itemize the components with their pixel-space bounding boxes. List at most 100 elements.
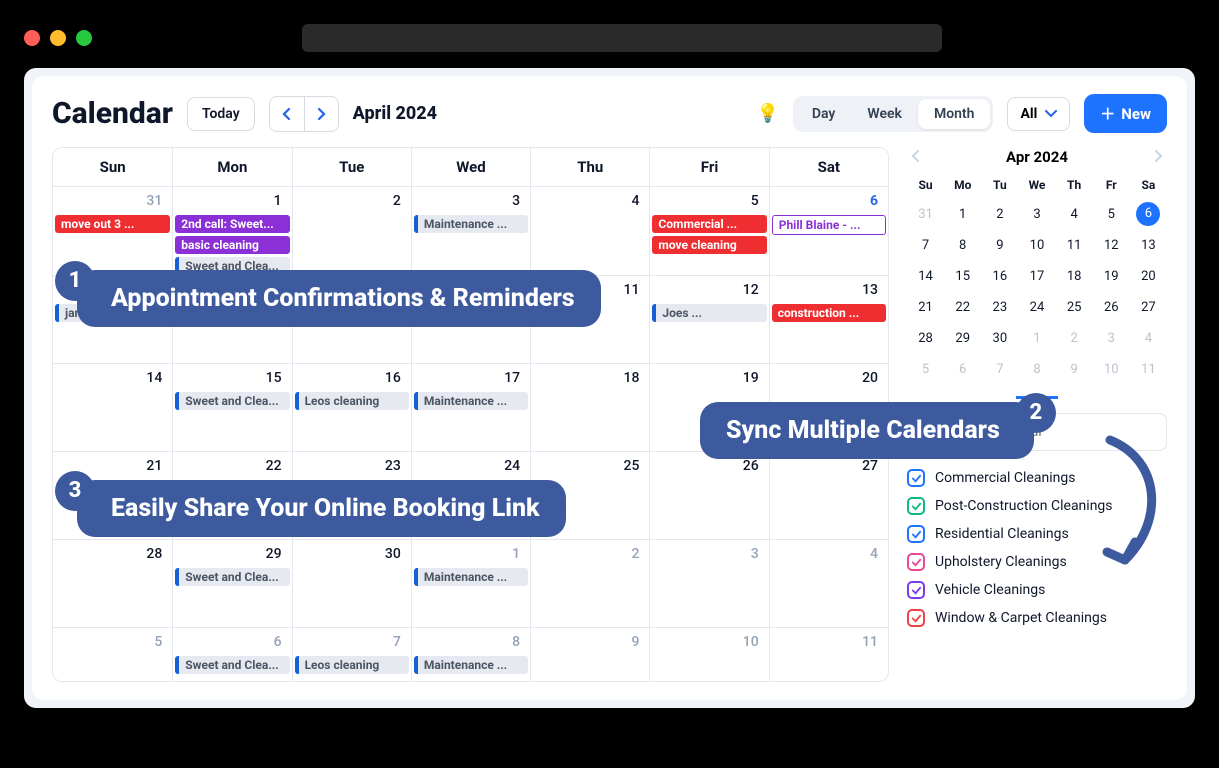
mini-day[interactable]: 3 — [1093, 326, 1130, 351]
mini-day[interactable]: 5 — [1093, 202, 1130, 227]
lightbulb-icon[interactable]: 💡 — [756, 103, 778, 124]
event[interactable]: Maintenance ... — [414, 568, 528, 586]
event[interactable]: Maintenance ... — [414, 392, 528, 410]
event[interactable]: Commercial ... — [652, 215, 766, 233]
day-cell[interactable]: 18 — [530, 363, 649, 451]
mini-day[interactable]: 10 — [1093, 357, 1130, 382]
today-button[interactable]: Today — [187, 97, 255, 131]
mini-day[interactable]: 1 — [1018, 326, 1055, 351]
day-cell[interactable]: 16Leos cleaning — [292, 363, 411, 451]
mini-day[interactable]: 9 — [981, 233, 1018, 258]
prev-month-button[interactable] — [270, 97, 304, 131]
url-bar[interactable] — [302, 24, 942, 52]
event[interactable]: move cleaning — [652, 236, 766, 254]
event[interactable]: Leos cleaning — [295, 392, 409, 410]
event[interactable]: Sweet and Clea... — [175, 656, 289, 674]
mini-day[interactable]: 13 — [1130, 233, 1167, 258]
day-cell[interactable]: 4 — [769, 539, 888, 627]
checkbox-icon[interactable] — [907, 469, 925, 487]
view-week[interactable]: Week — [851, 99, 918, 129]
mini-day[interactable]: 18 — [1056, 264, 1093, 289]
event[interactable]: 2nd call: Sweet... — [175, 215, 289, 233]
mini-day[interactable]: 22 — [944, 295, 981, 320]
day-cell[interactable]: 14 — [53, 363, 172, 451]
mini-day[interactable]: 12 — [1093, 233, 1130, 258]
day-cell[interactable]: 5Commercial ...move cleaning — [649, 187, 768, 275]
mini-day[interactable]: 29 — [944, 326, 981, 351]
day-cell[interactable]: 7Leos cleaning — [292, 627, 411, 682]
mini-day[interactable]: 31 — [907, 202, 944, 227]
day-cell[interactable]: 6Phill Blaine - ... — [769, 187, 888, 275]
mini-day[interactable]: 8 — [944, 233, 981, 258]
mini-next-icon[interactable] — [1153, 147, 1163, 166]
checkbox-icon[interactable] — [907, 497, 925, 515]
mini-day[interactable]: 10 — [1018, 233, 1055, 258]
day-cell[interactable]: 27 — [769, 451, 888, 539]
filter-dropdown[interactable]: All — [1007, 97, 1070, 131]
calendar-item[interactable]: Vehicle Cleanings — [907, 581, 1167, 599]
mini-day[interactable]: 20 — [1130, 264, 1167, 289]
mini-day[interactable]: 16 — [981, 264, 1018, 289]
mini-day[interactable]: 4 — [1056, 202, 1093, 227]
mini-day[interactable]: 14 — [907, 264, 944, 289]
event[interactable]: construction ... — [772, 304, 886, 322]
calendar-item[interactable]: Window & Carpet Cleanings — [907, 609, 1167, 627]
mini-day[interactable]: 26 — [1093, 295, 1130, 320]
mini-day[interactable]: 6 — [1136, 202, 1160, 226]
mini-day[interactable]: 17 — [1018, 264, 1055, 289]
view-day[interactable]: Day — [796, 99, 852, 129]
checkbox-icon[interactable] — [907, 609, 925, 627]
mini-day[interactable]: 15 — [944, 264, 981, 289]
mini-day[interactable]: 3 — [1018, 202, 1055, 227]
mini-day[interactable]: 27 — [1130, 295, 1167, 320]
checkbox-icon[interactable] — [907, 525, 925, 543]
day-cell[interactable]: 9 — [530, 627, 649, 682]
mini-day[interactable]: 25 — [1056, 295, 1093, 320]
mini-day[interactable]: 2 — [1056, 326, 1093, 351]
day-cell[interactable]: 8Maintenance ... — [411, 627, 530, 682]
mini-day[interactable]: 7 — [907, 233, 944, 258]
mini-day[interactable]: 19 — [1093, 264, 1130, 289]
checkbox-icon[interactable] — [907, 553, 925, 571]
mini-day[interactable]: 11 — [1130, 357, 1167, 382]
day-cell[interactable]: 5 — [53, 627, 172, 682]
mini-day[interactable]: 9 — [1056, 357, 1093, 382]
mini-day[interactable]: 23 — [981, 295, 1018, 320]
day-cell[interactable]: 10 — [649, 627, 768, 682]
event[interactable]: Joes ... — [652, 304, 766, 322]
mini-day[interactable]: 28 — [907, 326, 944, 351]
day-cell[interactable]: 15Sweet and Clea... — [172, 363, 291, 451]
mini-day[interactable]: 5 — [907, 357, 944, 382]
event[interactable]: move out 3 ... — [55, 215, 170, 233]
day-cell[interactable]: 6Sweet and Clea... — [172, 627, 291, 682]
view-month[interactable]: Month — [918, 99, 991, 129]
mini-day[interactable]: 7 — [981, 357, 1018, 382]
day-cell[interactable]: 13construction ... — [769, 275, 888, 363]
day-cell[interactable]: 2 — [530, 539, 649, 627]
day-cell[interactable]: 4 — [530, 187, 649, 275]
day-cell[interactable]: 28 — [53, 539, 172, 627]
mini-prev-icon[interactable] — [911, 147, 921, 166]
day-cell[interactable]: 3 — [649, 539, 768, 627]
event[interactable]: Sweet and Clea... — [175, 392, 289, 410]
day-cell[interactable]: 17Maintenance ... — [411, 363, 530, 451]
mini-day[interactable]: 21 — [907, 295, 944, 320]
minimize-window-icon[interactable] — [50, 30, 66, 46]
maximize-window-icon[interactable] — [76, 30, 92, 46]
day-cell[interactable]: 29Sweet and Clea... — [172, 539, 291, 627]
day-cell[interactable]: 30 — [292, 539, 411, 627]
mini-day[interactable]: 2 — [981, 202, 1018, 227]
event[interactable]: Leos cleaning — [295, 656, 409, 674]
mini-day[interactable]: 6 — [944, 357, 981, 382]
mini-day[interactable]: 4 — [1130, 326, 1167, 351]
day-cell[interactable]: 26 — [649, 451, 768, 539]
mini-day[interactable]: 8 — [1018, 357, 1055, 382]
event[interactable]: Phill Blaine - ... — [772, 215, 886, 235]
event[interactable]: Maintenance ... — [414, 215, 528, 233]
mini-day[interactable]: 24 — [1018, 295, 1055, 320]
new-button[interactable]: ＋ New — [1084, 94, 1167, 133]
event[interactable]: basic cleaning — [175, 236, 289, 254]
day-cell[interactable]: 1Maintenance ... — [411, 539, 530, 627]
day-cell[interactable]: 11 — [769, 627, 888, 682]
checkbox-icon[interactable] — [907, 581, 925, 599]
